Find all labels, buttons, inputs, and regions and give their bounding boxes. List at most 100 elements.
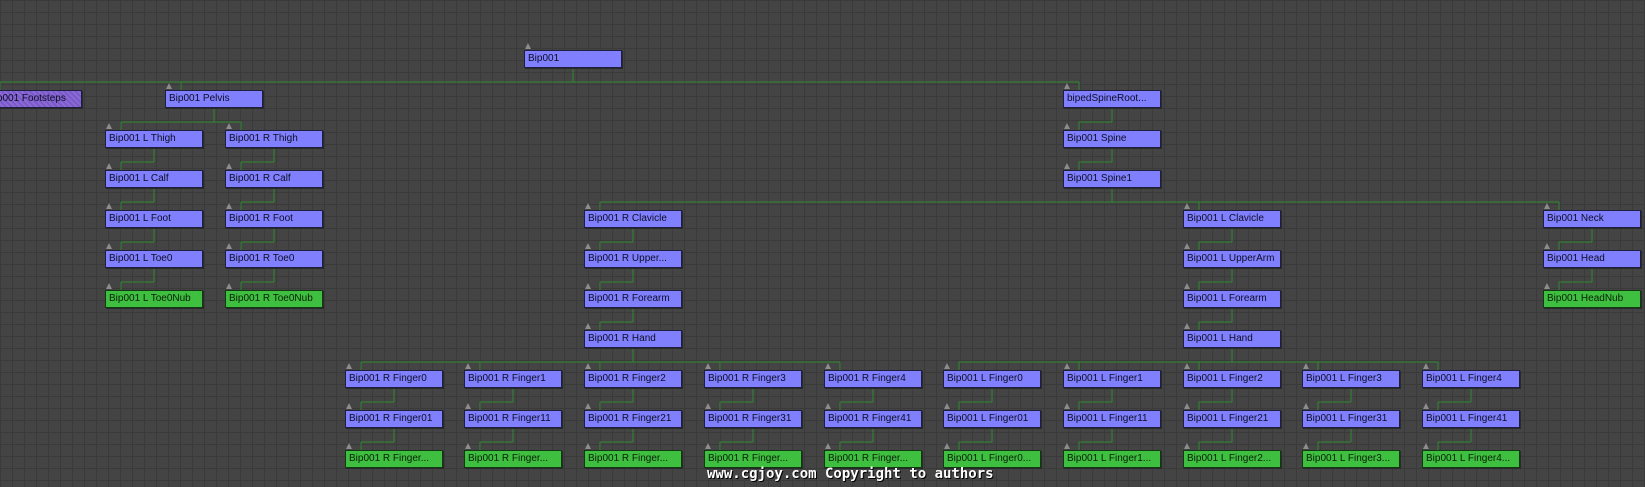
node-l-thigh[interactable]: Bip001 L Thigh: [105, 130, 203, 148]
node-l-calf[interactable]: Bip001 L Calf: [105, 170, 203, 188]
expand-triangle-icon[interactable]: [825, 363, 831, 369]
expand-triangle-icon[interactable]: [585, 283, 591, 289]
expand-triangle-icon[interactable]: [1184, 363, 1190, 369]
node-footsteps[interactable]: Bip001 Footsteps: [0, 90, 82, 108]
expand-triangle-icon[interactable]: [585, 243, 591, 249]
node-l-foot[interactable]: Bip001 L Foot: [105, 210, 203, 228]
node-l-upperarm[interactable]: Bip001 L UpperArm: [1183, 250, 1281, 268]
schematic-view[interactable]: Bip001 Bip001 Footsteps Bip001 Pelvis biped…: [0, 0, 1645, 487]
expand-triangle-icon[interactable]: [1303, 363, 1309, 369]
expand-triangle-icon[interactable]: [1184, 443, 1190, 449]
node-l-finger1[interactable]: Bip001 L Finger1: [1063, 370, 1161, 388]
node-spine[interactable]: Bip001 Spine: [1063, 130, 1161, 148]
node-r-finger0nub[interactable]: Bip001 R Finger...: [345, 450, 443, 468]
expand-triangle-icon[interactable]: [1303, 443, 1309, 449]
expand-triangle-icon[interactable]: [465, 403, 471, 409]
expand-triangle-icon[interactable]: [465, 443, 471, 449]
expand-triangle-icon[interactable]: [825, 443, 831, 449]
expand-triangle-icon[interactable]: [944, 443, 950, 449]
expand-triangle-icon[interactable]: [705, 403, 711, 409]
expand-triangle-icon[interactable]: [944, 363, 950, 369]
expand-triangle-icon[interactable]: [1544, 203, 1550, 209]
node-pelvis[interactable]: Bip001 Pelvis: [165, 90, 263, 108]
node-l-finger2nub[interactable]: Bip001 L Finger2...: [1183, 450, 1281, 468]
expand-triangle-icon[interactable]: [106, 283, 112, 289]
node-r-upperarm[interactable]: Bip001 R Upper...: [584, 250, 682, 268]
node-l-finger4[interactable]: Bip001 L Finger4: [1422, 370, 1520, 388]
expand-triangle-icon[interactable]: [106, 203, 112, 209]
expand-triangle-icon[interactable]: [1423, 403, 1429, 409]
node-l-finger3[interactable]: Bip001 L Finger3: [1302, 370, 1400, 388]
expand-triangle-icon[interactable]: [1423, 443, 1429, 449]
expand-triangle-icon[interactable]: [1064, 163, 1070, 169]
expand-triangle-icon[interactable]: [1184, 203, 1190, 209]
node-r-toe0nub[interactable]: Bip001 R Toe0Nub: [225, 290, 323, 308]
node-l-finger41[interactable]: Bip001 L Finger41: [1422, 410, 1520, 428]
expand-triangle-icon[interactable]: [1544, 243, 1550, 249]
node-r-finger4[interactable]: Bip001 R Finger4: [824, 370, 922, 388]
expand-triangle-icon[interactable]: [166, 83, 172, 89]
expand-triangle-icon[interactable]: [106, 123, 112, 129]
node-r-finger2[interactable]: Bip001 R Finger2: [584, 370, 682, 388]
node-l-finger2[interactable]: Bip001 L Finger2: [1183, 370, 1281, 388]
expand-triangle-icon[interactable]: [106, 243, 112, 249]
node-l-finger01[interactable]: Bip001 L Finger01: [943, 410, 1041, 428]
node-l-finger11[interactable]: Bip001 L Finger11: [1063, 410, 1161, 428]
expand-triangle-icon[interactable]: [226, 163, 232, 169]
expand-triangle-icon[interactable]: [1184, 323, 1190, 329]
node-r-finger3[interactable]: Bip001 R Finger3: [704, 370, 802, 388]
expand-triangle-icon[interactable]: [346, 443, 352, 449]
expand-triangle-icon[interactable]: [585, 203, 591, 209]
node-r-toe0[interactable]: Bip001 R Toe0: [225, 250, 323, 268]
node-neck[interactable]: Bip001 Neck: [1543, 210, 1641, 228]
node-r-clavicle[interactable]: Bip001 R Clavicle: [584, 210, 682, 228]
node-r-finger1[interactable]: Bip001 R Finger1: [464, 370, 562, 388]
node-head[interactable]: Bip001 Head: [1543, 250, 1641, 268]
node-r-foot[interactable]: Bip001 R Foot: [225, 210, 323, 228]
expand-triangle-icon[interactable]: [226, 243, 232, 249]
expand-triangle-icon[interactable]: [1064, 443, 1070, 449]
node-l-toe0nub[interactable]: Bip001 L Toe0Nub: [105, 290, 203, 308]
expand-triangle-icon[interactable]: [585, 363, 591, 369]
expand-triangle-icon[interactable]: [1064, 83, 1070, 89]
expand-triangle-icon[interactable]: [1064, 363, 1070, 369]
expand-triangle-icon[interactable]: [226, 283, 232, 289]
node-l-forearm[interactable]: Bip001 L Forearm: [1183, 290, 1281, 308]
node-r-thigh[interactable]: Bip001 R Thigh: [225, 130, 323, 148]
node-l-toe0[interactable]: Bip001 L Toe0: [105, 250, 203, 268]
node-r-finger2nub[interactable]: Bip001 R Finger...: [584, 450, 682, 468]
node-l-finger4nub[interactable]: Bip001 L Finger4...: [1422, 450, 1520, 468]
expand-triangle-icon[interactable]: [705, 443, 711, 449]
expand-triangle-icon[interactable]: [346, 403, 352, 409]
node-l-clavicle[interactable]: Bip001 L Clavicle: [1183, 210, 1281, 228]
node-r-finger1nub[interactable]: Bip001 R Finger...: [464, 450, 562, 468]
node-r-hand[interactable]: Bip001 R Hand: [584, 330, 682, 348]
expand-triangle-icon[interactable]: [585, 403, 591, 409]
expand-triangle-icon[interactable]: [346, 363, 352, 369]
expand-triangle-icon[interactable]: [1184, 403, 1190, 409]
node-spine-root[interactable]: bipedSpineRoot...: [1063, 90, 1161, 108]
expand-triangle-icon[interactable]: [106, 163, 112, 169]
expand-triangle-icon[interactable]: [1064, 403, 1070, 409]
node-spine1[interactable]: Bip001 Spine1: [1063, 170, 1161, 188]
node-r-finger21[interactable]: Bip001 R Finger21: [584, 410, 682, 428]
expand-triangle-icon[interactable]: [1064, 123, 1070, 129]
node-bip001[interactable]: Bip001: [524, 50, 622, 68]
node-headnub[interactable]: Bip001 HeadNub: [1543, 290, 1641, 308]
expand-triangle-icon[interactable]: [1303, 403, 1309, 409]
node-l-finger0[interactable]: Bip001 L Finger0: [943, 370, 1041, 388]
expand-triangle-icon[interactable]: [1544, 283, 1550, 289]
expand-triangle-icon[interactable]: [705, 363, 711, 369]
node-l-finger31[interactable]: Bip001 L Finger31: [1302, 410, 1400, 428]
node-l-finger3nub[interactable]: Bip001 L Finger3...: [1302, 450, 1400, 468]
node-r-calf[interactable]: Bip001 R Calf: [225, 170, 323, 188]
node-r-finger01[interactable]: Bip001 R Finger01: [345, 410, 443, 428]
node-r-finger41[interactable]: Bip001 R Finger41: [824, 410, 922, 428]
expand-triangle-icon[interactable]: [465, 363, 471, 369]
expand-triangle-icon[interactable]: [825, 403, 831, 409]
expand-triangle-icon[interactable]: [1184, 243, 1190, 249]
expand-triangle-icon[interactable]: [585, 323, 591, 329]
expand-triangle-icon[interactable]: [585, 443, 591, 449]
node-r-finger31[interactable]: Bip001 R Finger31: [704, 410, 802, 428]
node-l-finger1nub[interactable]: Bip001 L Finger1...: [1063, 450, 1161, 468]
